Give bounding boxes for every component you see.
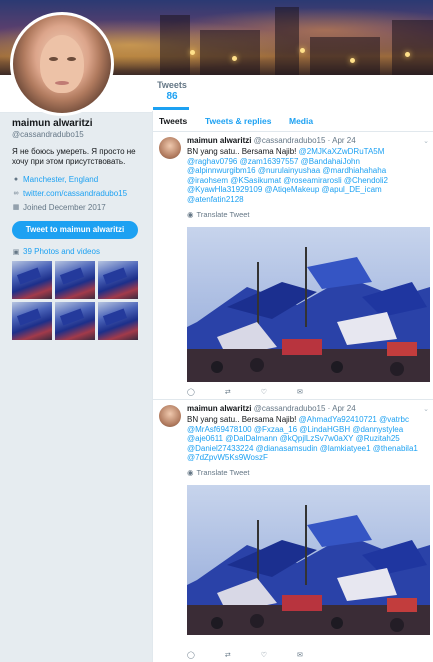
translate-label: Translate Tweet [196, 467, 250, 477]
avatar-eye [49, 57, 58, 61]
profile-joined: Joined December 2017 [23, 203, 106, 212]
tab-tweets-replies[interactable]: Tweets & replies [205, 116, 271, 126]
tweet-to-user-button[interactable]: Tweet to maimun alwaritzi [12, 221, 138, 239]
globe-icon: ◉ [187, 209, 194, 219]
profile-avatar[interactable] [10, 12, 114, 116]
location-row: ● Manchester, England [12, 173, 142, 187]
photo-thumbnail[interactable] [12, 302, 52, 340]
tweet-text: BN yang satu.. Bersama Najib! @AhmadYa92… [187, 415, 429, 463]
retweet-icon[interactable]: ⇄ [225, 651, 231, 659]
photo-grid [12, 261, 142, 340]
tweet-header: maimun alwaritzi @cassandradubo15 · Apr … [187, 136, 429, 146]
calendar-icon: ▦ [12, 204, 20, 211]
website-row: ∞ twitter.com/cassandradubo15 [12, 187, 142, 201]
tweet-text-plain: BN yang satu.. Bersama Najib! [187, 147, 297, 156]
photo-thumbnail[interactable] [98, 302, 138, 340]
tweet-author-name[interactable]: maimun alwaritzi [187, 136, 251, 145]
tweet-avatar[interactable] [159, 137, 181, 159]
photo-thumbnail[interactable] [98, 261, 138, 299]
reply-icon[interactable]: ◯ [187, 388, 195, 396]
profile-bio: Я не боюсь умереть. Я просто не хочу при… [12, 147, 136, 166]
link-icon: ∞ [13, 190, 19, 197]
photos-videos-label: 39 Photos and videos [23, 247, 100, 256]
rally-photo [187, 484, 430, 635]
translate-label: Translate Tweet [196, 209, 250, 219]
tweet-text-plain: BN yang satu.. Bersama Najib! [187, 415, 297, 424]
tweets-stat-label: Tweets [157, 80, 187, 90]
tweet-author-name[interactable]: maimun alwaritzi [187, 404, 251, 413]
like-icon[interactable]: ♡ [261, 651, 267, 659]
profile-meta: ● Manchester, England ∞ twitter.com/cass… [12, 173, 142, 215]
joined-row: ▦ Joined December 2017 [12, 201, 142, 215]
translate-tweet[interactable]: ◉ Translate Tweet [187, 468, 429, 477]
tweet-actions: ◯ ⇄ ♡ ✉ [187, 651, 303, 659]
profile-website[interactable]: twitter.com/cassandradubo15 [23, 187, 127, 201]
timeline: Tweets Tweets & replies Media ⌄ maimun a… [152, 111, 433, 662]
active-stat-indicator [153, 107, 189, 110]
photo-thumbnail[interactable] [12, 261, 52, 299]
tweet-author-handle[interactable]: @cassandradubo15 [254, 404, 326, 413]
location-icon: ● [13, 176, 19, 183]
tweets-stat[interactable]: Tweets 86 [153, 80, 191, 102]
tweet-actions: ◯ ⇄ ♡ ✉ [187, 388, 303, 396]
photo-icon: ▣ [12, 248, 20, 256]
tweet-body: maimun alwaritzi @cassandradubo15 · Apr … [187, 404, 430, 635]
profile-handle: @cassandradubo15 [12, 130, 84, 139]
tweet-header: maimun alwaritzi @cassandradubo15 · Apr … [187, 404, 429, 414]
timeline-tabs: Tweets Tweets & replies Media [153, 111, 433, 132]
rally-photo [187, 226, 430, 382]
photo-thumbnail[interactable] [55, 261, 95, 299]
profile-card: maimun alwaritzi @cassandradubo15 Я не б… [12, 118, 142, 340]
profile-location[interactable]: Manchester, England [23, 173, 98, 187]
tweet-media-image[interactable] [187, 484, 430, 635]
avatar-eye [67, 57, 76, 61]
like-icon[interactable]: ♡ [261, 388, 267, 396]
tweet-media-image[interactable] [187, 226, 430, 382]
tweet-author-handle[interactable]: @cassandradubo15 [254, 136, 326, 145]
message-icon[interactable]: ✉ [297, 651, 303, 659]
translate-tweet[interactable]: ◉ Translate Tweet [187, 210, 429, 219]
avatar-lips [55, 81, 69, 85]
reply-icon[interactable]: ◯ [187, 651, 195, 659]
tweet-avatar[interactable] [159, 405, 181, 427]
tweet-text: BN yang satu.. Bersama Najib! @2MJKaXZwD… [187, 147, 429, 205]
retweet-icon[interactable]: ⇄ [225, 388, 231, 396]
tab-media[interactable]: Media [289, 116, 313, 126]
tweet-body: maimun alwaritzi @cassandradubo15 · Apr … [187, 136, 430, 382]
message-icon[interactable]: ✉ [297, 388, 303, 396]
tweet[interactable]: ⌄ maimun alwaritzi @cassandradubo15 · Ap… [153, 131, 433, 400]
photo-thumbnail[interactable] [55, 302, 95, 340]
photos-videos-link[interactable]: ▣ 39 Photos and videos [12, 247, 142, 256]
tweet-date[interactable]: · Apr 24 [328, 136, 356, 145]
profile-name[interactable]: maimun alwaritzi [12, 118, 142, 129]
tweet-date[interactable]: · Apr 24 [328, 404, 356, 413]
tweets-stat-count: 86 [166, 91, 178, 102]
tab-tweets[interactable]: Tweets [159, 116, 187, 126]
tweet[interactable]: ⌄ maimun alwaritzi @cassandradubo15 · Ap… [153, 399, 433, 662]
globe-icon: ◉ [187, 467, 194, 477]
